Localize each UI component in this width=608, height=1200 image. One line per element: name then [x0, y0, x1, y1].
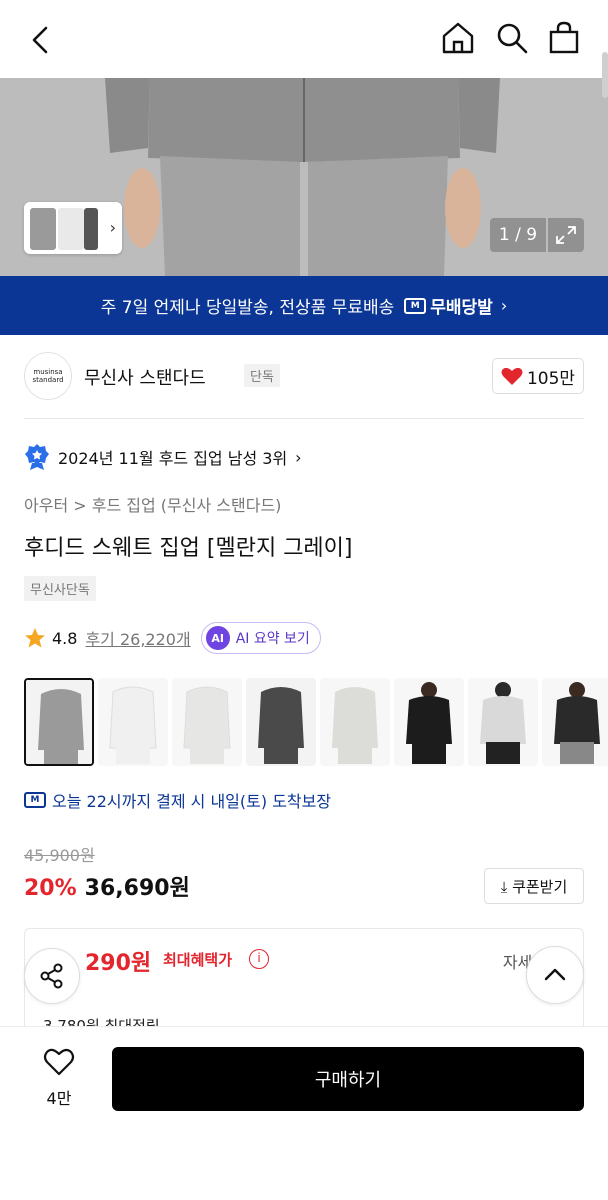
delivery-truck-icon: M: [24, 792, 46, 808]
thumbnail[interactable]: [30, 208, 56, 250]
chevron-right-icon[interactable]: ›: [110, 218, 116, 237]
delivery-text: 오늘 22시까지 결제 시 내일(토) 도착보장: [52, 792, 332, 811]
promo-text: 주 7일 언제나 당일발송, 전상품 무료배송: [100, 298, 395, 318]
bottom-action-bar: 4만 구매하기: [0, 1026, 608, 1200]
ai-icon: AI: [205, 626, 230, 650]
wishlist-count: 4만: [46, 1089, 72, 1108]
logo-text: standard: [32, 376, 64, 384]
color-swatch[interactable]: [320, 678, 390, 766]
sale-price: 36,690원: [84, 876, 190, 901]
rank-medal-icon: [25, 444, 49, 470]
scrollbar[interactable]: [602, 52, 608, 98]
ranking-text: 2024년 11월 후드 집업 남성 3위: [58, 449, 288, 468]
chevron-right-icon: ›: [295, 447, 302, 467]
free-delivery-badge: M 무배당발: [404, 293, 493, 318]
product-title: 후디드 스웨트 집업 [멜란지 그레이]: [24, 536, 353, 561]
heart-outline-icon: [43, 1048, 75, 1076]
delivery-truck-icon: M: [404, 297, 427, 314]
heart-filled-icon: [501, 367, 523, 385]
home-icon[interactable]: [438, 18, 478, 58]
original-price: 45,900원: [24, 846, 95, 865]
coupon-button[interactable]: ⤓ 쿠폰받기: [484, 868, 584, 904]
badge-label: 무배당발: [430, 298, 493, 318]
rating-row: 4.8 후기 26,220개 AI AI 요약 보기: [24, 622, 321, 654]
rating-score: 4.8: [52, 628, 78, 648]
image-counter: 1 / 9: [490, 218, 546, 252]
chevron-left-icon[interactable]: [22, 22, 58, 58]
color-swatch[interactable]: [468, 678, 538, 766]
color-swatch[interactable]: [542, 678, 608, 766]
color-swatch[interactable]: [98, 678, 168, 766]
exclusive-tag: 무신사단독: [24, 576, 96, 601]
review-count-link[interactable]: 후기 26,220개: [85, 626, 190, 650]
chevron-up-icon: [544, 968, 566, 981]
color-swatch[interactable]: [24, 678, 94, 766]
search-icon[interactable]: [492, 18, 532, 58]
divider: [24, 418, 584, 419]
color-swatch[interactable]: [246, 678, 316, 766]
ai-summary-label: AI 요약 보기: [235, 631, 310, 647]
logo-text: musinsa: [33, 368, 63, 376]
chevron-right-icon: ›: [500, 296, 508, 315]
top-bar: [0, 0, 608, 78]
star-icon: [25, 628, 45, 648]
ai-summary-button[interactable]: AI AI 요약 보기: [200, 622, 321, 654]
shopping-bag-icon[interactable]: [544, 18, 584, 58]
color-swatch[interactable]: [394, 678, 464, 766]
like-count: 105만: [526, 368, 576, 389]
max-benefit-label: 최대혜택가: [163, 951, 233, 969]
brand-logo[interactable]: musinsa standard: [24, 352, 72, 400]
wishlist-button[interactable]: 4만: [34, 1047, 84, 1109]
max-benefit-price: 290원: [85, 951, 152, 976]
thumbnail-strip[interactable]: ›: [24, 202, 122, 254]
brand-row: musinsa standard 무신사 스탠다드 단독 105만: [24, 352, 584, 400]
color-options: [24, 678, 608, 766]
exclusive-badge: 단독: [244, 364, 280, 387]
expand-button[interactable]: [548, 218, 584, 252]
delivery-guarantee: M 오늘 22시까지 결제 시 내일(토) 도착보장: [24, 788, 331, 812]
buy-button[interactable]: 구매하기: [112, 1047, 584, 1111]
expand-icon: [556, 226, 576, 244]
thumbnail[interactable]: [84, 208, 98, 250]
discount-rate: 20%: [24, 876, 77, 901]
breadcrumb[interactable]: 아우터 > 후드 집업 (무신사 스탠다드): [24, 492, 281, 516]
share-button[interactable]: [24, 948, 80, 1004]
share-icon: [40, 963, 63, 989]
promo-banner[interactable]: 주 7일 언제나 당일발송, 전상품 무료배송 M 무배당발 ›: [0, 276, 608, 335]
color-swatch[interactable]: [172, 678, 242, 766]
sale-price-row: 20% 36,690원: [24, 870, 190, 902]
product-image-gallery[interactable]: › 1 / 9: [0, 78, 608, 276]
brand-like-button[interactable]: 105만: [492, 358, 584, 394]
info-icon[interactable]: i: [249, 949, 269, 969]
benefit-box: 290원 최대혜택가 i 자세히 3,780원 최대적립: [24, 928, 584, 1038]
ranking-link[interactable]: 2024년 11월 후드 집업 남성 3위 ›: [24, 442, 302, 472]
scroll-top-button[interactable]: [526, 946, 584, 1004]
brand-name[interactable]: 무신사 스탠다드: [84, 364, 206, 390]
thumbnail[interactable]: [58, 208, 84, 250]
